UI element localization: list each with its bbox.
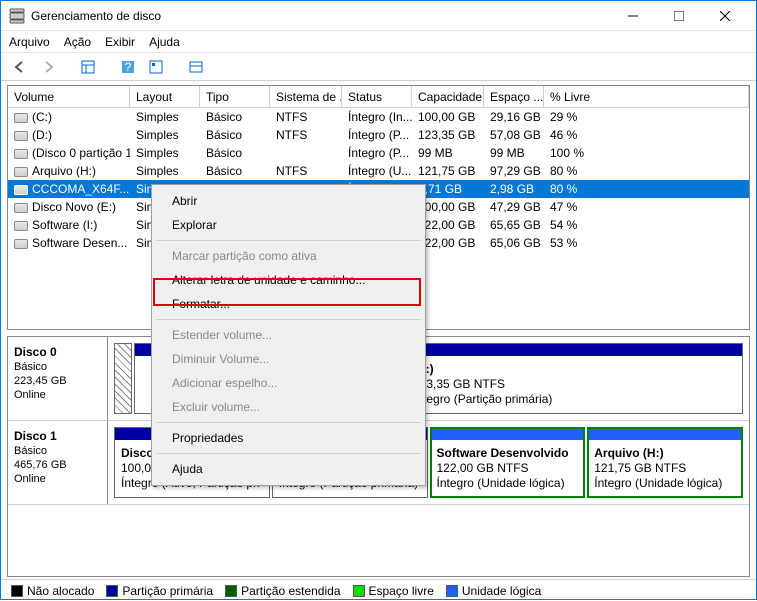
titlebar: Gerenciamento de disco [1,1,756,31]
drive-icon [14,167,28,177]
col-status[interactable]: Status [342,86,412,107]
ctx-props[interactable]: Propriedades [152,426,425,450]
col-capacity[interactable]: Capacidade [412,86,484,107]
drive-icon [14,131,28,141]
view-button[interactable] [77,56,99,78]
disk1-part-h[interactable]: Arquivo (H:)121,75 GB NTFSÍntegro (Unida… [587,427,743,498]
disk0-part-reserved[interactable] [114,343,132,414]
app-icon [9,8,25,24]
minimize-button[interactable] [610,1,656,31]
menu-arquivo[interactable]: Arquivo [9,35,50,49]
settings-button[interactable] [145,56,167,78]
ctx-delete: Excluir volume... [152,395,425,419]
drive-icon [14,239,28,249]
list-button[interactable] [185,56,207,78]
context-menu: Abrir Explorar Marcar partição como ativ… [151,184,426,486]
forward-button[interactable] [37,56,59,78]
col-free[interactable]: Espaço ... [484,86,544,107]
drive-icon [14,113,28,123]
ctx-extend: Estender volume... [152,323,425,347]
table-row[interactable]: (D:)SimplesBásicoNTFSÍntegro (P...123,35… [8,126,749,144]
drive-icon [14,149,28,159]
legend-logical-icon [446,585,458,597]
col-pct[interactable]: % Livre [544,86,749,107]
disk0-part-d[interactable]: (D:) 123,35 GB NTFS Íntegro (Partição pr… [406,343,743,414]
menu-acao[interactable]: Ação [64,35,91,49]
col-layout[interactable]: Layout [130,86,200,107]
ctx-mirror: Adicionar espelho... [152,371,425,395]
close-button[interactable] [702,1,748,31]
drive-icon [14,221,28,231]
back-button[interactable] [9,56,31,78]
ctx-letter[interactable]: Alterar letra de unidade e caminho... [152,268,425,292]
ctx-format[interactable]: Formatar... [152,292,425,316]
col-filesystem[interactable]: Sistema de ... [270,86,342,107]
window-title: Gerenciamento de disco [31,9,610,23]
ctx-open[interactable]: Abrir [152,189,425,213]
disk1-part-softdev[interactable]: Software Desenvolvido122,00 GB NTFSÍnteg… [430,427,586,498]
drive-icon [14,203,28,213]
col-type[interactable]: Tipo [200,86,270,107]
legend-extended-icon [225,585,237,597]
ctx-active: Marcar partição como ativa [152,244,425,268]
table-row[interactable]: Arquivo (H:)SimplesBásicoNTFSÍntegro (U.… [8,162,749,180]
col-volume[interactable]: Volume [8,86,130,107]
table-row[interactable]: (Disco 0 partição 1)SimplesBásicoÍntegro… [8,144,749,162]
disk1-header[interactable]: Disco 1 Básico 465,76 GB Online [8,421,108,504]
disk0-name: Disco 0 [14,345,57,359]
maximize-button[interactable] [656,1,702,31]
svg-text:?: ? [125,60,132,74]
ctx-help[interactable]: Ajuda [152,457,425,481]
ctx-shrink: Diminuir Volume... [152,347,425,371]
legend-free-icon [353,585,365,597]
menu-ajuda[interactable]: Ajuda [149,35,180,49]
menu-exibir[interactable]: Exibir [105,35,135,49]
legend-unalloc-icon [11,585,23,597]
disk1-name: Disco 1 [14,429,57,443]
menubar: Arquivo Ação Exibir Ajuda [1,31,756,53]
toolbar: ? [1,53,756,81]
legend-primary-icon [106,585,118,597]
table-row[interactable]: (C:)SimplesBásicoNTFSÍntegro (In...100,0… [8,108,749,126]
drive-icon [14,185,28,195]
ctx-explore[interactable]: Explorar [152,213,425,237]
disk0-header[interactable]: Disco 0 Básico 223,45 GB Online [8,337,108,420]
legend: Não alocado Partição primária Partição e… [1,579,756,601]
help-button[interactable]: ? [117,56,139,78]
